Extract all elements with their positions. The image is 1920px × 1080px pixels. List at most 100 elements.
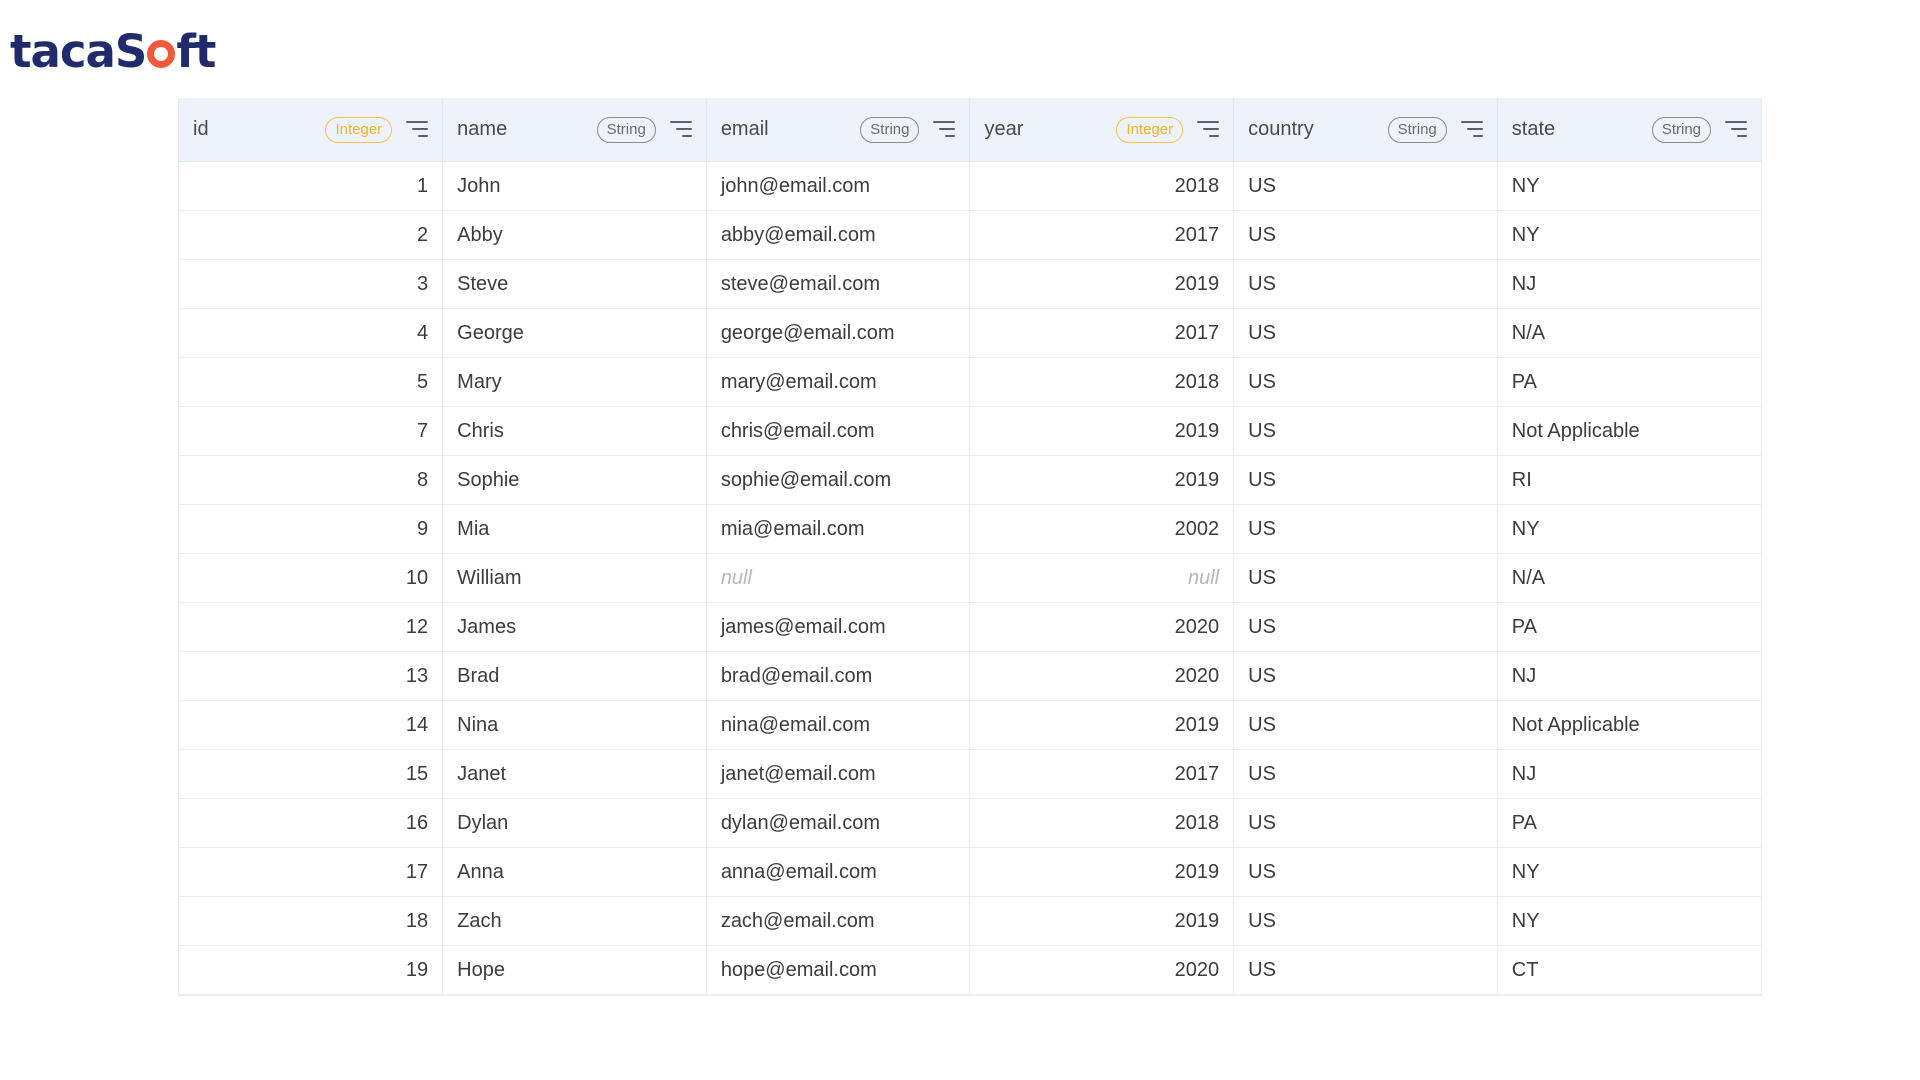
table-row[interactable]: 14 Nina nina@email.com 2019 US Not Applicable bbox=[179, 700, 1761, 750]
cell-state[interactable]: PA bbox=[1497, 798, 1761, 848]
cell-year[interactable]: 2002 bbox=[969, 504, 1235, 554]
sort-lines-icon[interactable] bbox=[933, 120, 956, 139]
cell-year[interactable]: 2019 bbox=[969, 455, 1235, 505]
cell-year[interactable]: 2019 bbox=[969, 847, 1235, 897]
cell-state[interactable]: NY bbox=[1497, 504, 1761, 554]
cell-email[interactable]: null bbox=[706, 553, 971, 603]
cell-email[interactable]: zach@email.com bbox=[706, 896, 971, 946]
cell-email[interactable]: janet@email.com bbox=[706, 749, 971, 799]
cell-id[interactable]: 10 bbox=[179, 553, 444, 603]
cell-email[interactable]: sophie@email.com bbox=[706, 455, 971, 505]
cell-country[interactable]: US bbox=[1233, 651, 1498, 701]
cell-id[interactable]: 9 bbox=[179, 504, 444, 554]
cell-name[interactable]: Nina bbox=[442, 700, 707, 750]
cell-id[interactable]: 12 bbox=[179, 602, 444, 652]
cell-email[interactable]: dylan@email.com bbox=[706, 798, 971, 848]
cell-name[interactable]: Abby bbox=[442, 210, 707, 260]
cell-name[interactable]: Chris bbox=[442, 406, 707, 456]
cell-country[interactable]: US bbox=[1233, 945, 1498, 995]
cell-email[interactable]: steve@email.com bbox=[706, 259, 971, 309]
sort-lines-icon[interactable] bbox=[669, 120, 692, 139]
cell-id[interactable]: 3 bbox=[179, 259, 444, 309]
table-row[interactable]: 15 Janet janet@email.com 2017 US NJ bbox=[179, 749, 1761, 799]
sort-lines-icon[interactable] bbox=[406, 120, 429, 139]
cell-id[interactable]: 18 bbox=[179, 896, 444, 946]
cell-country[interactable]: US bbox=[1233, 602, 1498, 652]
cell-name[interactable]: James bbox=[442, 602, 707, 652]
cell-state[interactable]: PA bbox=[1497, 602, 1761, 652]
cell-state[interactable]: NY bbox=[1497, 210, 1761, 260]
cell-id[interactable]: 16 bbox=[179, 798, 444, 848]
cell-year[interactable]: 2018 bbox=[969, 798, 1235, 848]
table-row[interactable]: 1 John john@email.com 2018 US NY bbox=[179, 161, 1761, 211]
sort-lines-icon[interactable] bbox=[1725, 120, 1747, 139]
cell-state[interactable]: Not Applicable bbox=[1497, 700, 1761, 750]
column-header-email[interactable]: email String bbox=[706, 98, 971, 162]
cell-year[interactable]: 2019 bbox=[969, 406, 1235, 456]
cell-country[interactable]: US bbox=[1233, 357, 1498, 407]
cell-country[interactable]: US bbox=[1233, 798, 1498, 848]
cell-year[interactable]: 2017 bbox=[969, 749, 1235, 799]
cell-email[interactable]: mia@email.com bbox=[706, 504, 971, 554]
cell-email[interactable]: james@email.com bbox=[706, 602, 971, 652]
table-row[interactable]: 8 Sophie sophie@email.com 2019 US RI bbox=[179, 455, 1761, 505]
cell-country[interactable]: US bbox=[1233, 700, 1498, 750]
cell-state[interactable]: NJ bbox=[1497, 749, 1761, 799]
cell-email[interactable]: chris@email.com bbox=[706, 406, 971, 456]
cell-year[interactable]: 2018 bbox=[969, 357, 1235, 407]
cell-country[interactable]: US bbox=[1233, 259, 1498, 309]
cell-country[interactable]: US bbox=[1233, 504, 1498, 554]
cell-id[interactable]: 7 bbox=[179, 406, 444, 456]
cell-country[interactable]: US bbox=[1233, 161, 1498, 211]
cell-email[interactable]: mary@email.com bbox=[706, 357, 971, 407]
cell-name[interactable]: Mia bbox=[442, 504, 707, 554]
cell-name[interactable]: Zach bbox=[442, 896, 707, 946]
table-row[interactable]: 17 Anna anna@email.com 2019 US NY bbox=[179, 847, 1761, 897]
cell-year[interactable]: 2019 bbox=[969, 896, 1235, 946]
cell-state[interactable]: NY bbox=[1497, 161, 1761, 211]
sort-lines-icon[interactable] bbox=[1197, 120, 1220, 139]
cell-name[interactable]: Mary bbox=[442, 357, 707, 407]
cell-id[interactable]: 19 bbox=[179, 945, 444, 995]
cell-country[interactable]: US bbox=[1233, 553, 1498, 603]
cell-email[interactable]: abby@email.com bbox=[706, 210, 971, 260]
cell-id[interactable]: 5 bbox=[179, 357, 444, 407]
table-row[interactable]: 10 William null null US N/A bbox=[179, 553, 1761, 603]
cell-year[interactable]: 2019 bbox=[969, 700, 1235, 750]
cell-name[interactable]: John bbox=[442, 161, 707, 211]
cell-year[interactable]: 2020 bbox=[969, 945, 1235, 995]
cell-country[interactable]: US bbox=[1233, 308, 1498, 358]
cell-country[interactable]: US bbox=[1233, 406, 1498, 456]
cell-year[interactable]: null bbox=[969, 553, 1235, 603]
column-header-id[interactable]: id Integer bbox=[179, 98, 444, 162]
cell-state[interactable]: RI bbox=[1497, 455, 1761, 505]
cell-name[interactable]: Steve bbox=[442, 259, 707, 309]
cell-year[interactable]: 2018 bbox=[969, 161, 1235, 211]
column-header-name[interactable]: name String bbox=[442, 98, 707, 162]
cell-email[interactable]: george@email.com bbox=[706, 308, 971, 358]
cell-name[interactable]: Brad bbox=[442, 651, 707, 701]
cell-email[interactable]: john@email.com bbox=[706, 161, 971, 211]
cell-state[interactable]: NY bbox=[1497, 847, 1761, 897]
cell-year[interactable]: 2020 bbox=[969, 651, 1235, 701]
cell-name[interactable]: Janet bbox=[442, 749, 707, 799]
cell-country[interactable]: US bbox=[1233, 847, 1498, 897]
column-header-state[interactable]: state String bbox=[1497, 98, 1761, 162]
cell-state[interactable]: N/A bbox=[1497, 308, 1761, 358]
table-row[interactable]: 4 George george@email.com 2017 US N/A bbox=[179, 308, 1761, 358]
cell-name[interactable]: George bbox=[442, 308, 707, 358]
cell-id[interactable]: 8 bbox=[179, 455, 444, 505]
cell-year[interactable]: 2019 bbox=[969, 259, 1235, 309]
cell-country[interactable]: US bbox=[1233, 455, 1498, 505]
cell-year[interactable]: 2017 bbox=[969, 308, 1235, 358]
cell-id[interactable]: 15 bbox=[179, 749, 444, 799]
cell-state[interactable]: NJ bbox=[1497, 259, 1761, 309]
cell-country[interactable]: US bbox=[1233, 210, 1498, 260]
cell-id[interactable]: 17 bbox=[179, 847, 444, 897]
table-row[interactable]: 3 Steve steve@email.com 2019 US NJ bbox=[179, 259, 1761, 309]
cell-email[interactable]: brad@email.com bbox=[706, 651, 971, 701]
cell-id[interactable]: 2 bbox=[179, 210, 444, 260]
cell-id[interactable]: 4 bbox=[179, 308, 444, 358]
cell-state[interactable]: NJ bbox=[1497, 651, 1761, 701]
cell-state[interactable]: Not Applicable bbox=[1497, 406, 1761, 456]
